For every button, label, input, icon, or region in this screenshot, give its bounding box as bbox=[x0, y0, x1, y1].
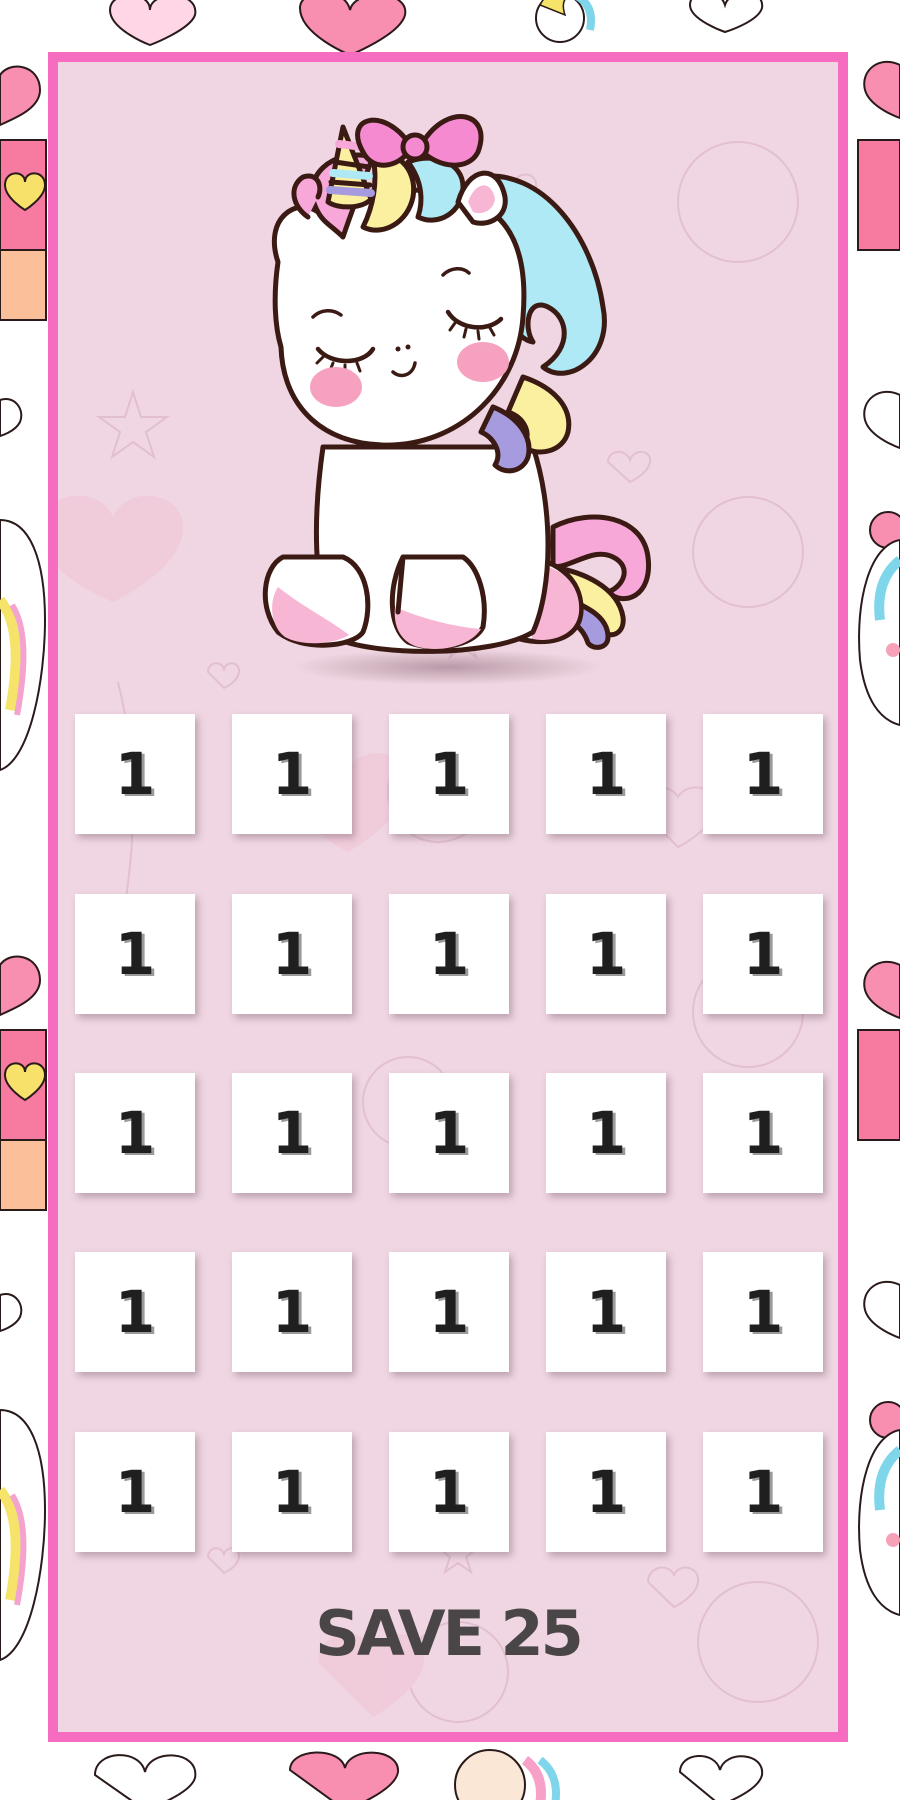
savings-cell[interactable]: 1 bbox=[389, 714, 509, 834]
gift-box-icon bbox=[0, 139, 47, 321]
unicorn-head-icon bbox=[677, 141, 799, 263]
savings-cell[interactable]: 1 bbox=[389, 1073, 509, 1193]
savings-cell-amount: 1 bbox=[114, 1278, 156, 1346]
savings-cell[interactable]: 1 bbox=[232, 894, 352, 1014]
savings-cell-amount: 1 bbox=[742, 1458, 784, 1526]
savings-cell-amount: 1 bbox=[114, 740, 156, 808]
savings-cell-amount: 1 bbox=[428, 1278, 470, 1346]
savings-cell[interactable]: 1 bbox=[703, 1432, 823, 1552]
unicorn-cheek bbox=[310, 367, 362, 407]
savings-cell[interactable]: 1 bbox=[232, 1432, 352, 1552]
heart-icon bbox=[298, 0, 407, 57]
savings-cell-amount: 1 bbox=[114, 920, 156, 988]
gift-box-icon bbox=[0, 1029, 47, 1211]
unicorn-head-icon bbox=[858, 1428, 900, 1617]
savings-cell[interactable]: 1 bbox=[703, 894, 823, 1014]
heart-icon bbox=[863, 960, 900, 1020]
unicorn-head-icon bbox=[858, 538, 900, 727]
savings-cell-amount: 1 bbox=[742, 740, 784, 808]
unicorn-cheek bbox=[457, 342, 509, 382]
savings-cell[interactable]: 1 bbox=[232, 714, 352, 834]
savings-cell[interactable]: 1 bbox=[546, 894, 666, 1014]
heart-icon bbox=[58, 495, 184, 602]
savings-cell[interactable]: 1 bbox=[232, 1252, 352, 1372]
savings-cell[interactable]: 1 bbox=[546, 1073, 666, 1193]
heart-icon bbox=[288, 1751, 400, 1800]
heart-icon bbox=[863, 60, 900, 120]
heart-icon bbox=[0, 65, 42, 127]
savings-cell[interactable]: 1 bbox=[232, 1073, 352, 1193]
savings-cell-amount: 1 bbox=[742, 1099, 784, 1167]
savings-cell-amount: 1 bbox=[428, 1458, 470, 1526]
savings-cell-amount: 1 bbox=[585, 920, 627, 988]
unicorn-head-icon bbox=[692, 496, 804, 608]
savings-cell-amount: 1 bbox=[271, 1458, 313, 1526]
savings-cell-amount: 1 bbox=[428, 740, 470, 808]
savings-cell[interactable]: 1 bbox=[389, 1252, 509, 1372]
savings-cell[interactable]: 1 bbox=[546, 714, 666, 834]
heart-icon bbox=[0, 955, 42, 1017]
savings-cell-amount: 1 bbox=[114, 1099, 156, 1167]
savings-grid: 1 1 1 1 1 1 1 1 1 1 1 1 1 1 1 1 1 1 1 1 1 1 1 1 1 bbox=[75, 714, 823, 1552]
heart-icon bbox=[678, 1755, 764, 1800]
savings-goal-title: SAVE 25 bbox=[315, 1597, 584, 1670]
heart-icon bbox=[93, 1754, 197, 1800]
savings-cell-amount: 1 bbox=[742, 1278, 784, 1346]
savings-cell-amount: 1 bbox=[271, 920, 313, 988]
savings-cell[interactable]: 1 bbox=[546, 1252, 666, 1372]
unicorn-head-icon bbox=[454, 1749, 560, 1800]
savings-cell-amount: 1 bbox=[585, 1099, 627, 1167]
savings-card: 1 1 1 1 1 1 1 1 1 1 1 1 1 1 1 1 1 1 1 1 1 1 1 1 1 SAVE 25 bbox=[48, 52, 848, 1742]
heart-icon bbox=[688, 0, 764, 34]
savings-cell[interactable]: 1 bbox=[75, 894, 195, 1014]
savings-cell-amount: 1 bbox=[585, 1278, 627, 1346]
star-icon bbox=[95, 388, 171, 460]
savings-cell-amount: 1 bbox=[271, 1099, 313, 1167]
savings-cell[interactable]: 1 bbox=[546, 1432, 666, 1552]
heart-icon bbox=[863, 390, 900, 450]
savings-cell-amount: 1 bbox=[585, 1458, 627, 1526]
heart-icon bbox=[0, 1293, 23, 1333]
gift-box-icon bbox=[857, 139, 900, 251]
heart-icon bbox=[108, 0, 197, 47]
unicorn-head-icon bbox=[535, 0, 595, 43]
heart-icon bbox=[863, 1280, 900, 1340]
savings-cell-amount: 1 bbox=[114, 1458, 156, 1526]
savings-cell[interactable]: 1 bbox=[75, 714, 195, 834]
savings-cell[interactable]: 1 bbox=[703, 1252, 823, 1372]
unicorn-head-icon bbox=[0, 1408, 47, 1662]
unicorn-head-icon bbox=[0, 518, 47, 772]
savings-cell-amount: 1 bbox=[742, 920, 784, 988]
savings-cell[interactable]: 1 bbox=[703, 714, 823, 834]
unicorn-shadow bbox=[293, 649, 603, 685]
savings-cell-amount: 1 bbox=[428, 1099, 470, 1167]
unicorn-illustration bbox=[262, 114, 651, 685]
savings-cell-amount: 1 bbox=[271, 1278, 313, 1346]
savings-cell-amount: 1 bbox=[428, 920, 470, 988]
heart-icon bbox=[0, 398, 23, 438]
savings-cell[interactable]: 1 bbox=[703, 1073, 823, 1193]
gift-box-icon bbox=[857, 1029, 900, 1141]
unicorn-bow bbox=[355, 114, 484, 168]
savings-cell[interactable]: 1 bbox=[75, 1252, 195, 1372]
savings-cell[interactable]: 1 bbox=[75, 1073, 195, 1193]
savings-cell[interactable]: 1 bbox=[75, 1432, 195, 1552]
savings-cell[interactable]: 1 bbox=[389, 1432, 509, 1552]
savings-cell-amount: 1 bbox=[271, 740, 313, 808]
savings-cell-amount: 1 bbox=[585, 740, 627, 808]
savings-cell[interactable]: 1 bbox=[389, 894, 509, 1014]
